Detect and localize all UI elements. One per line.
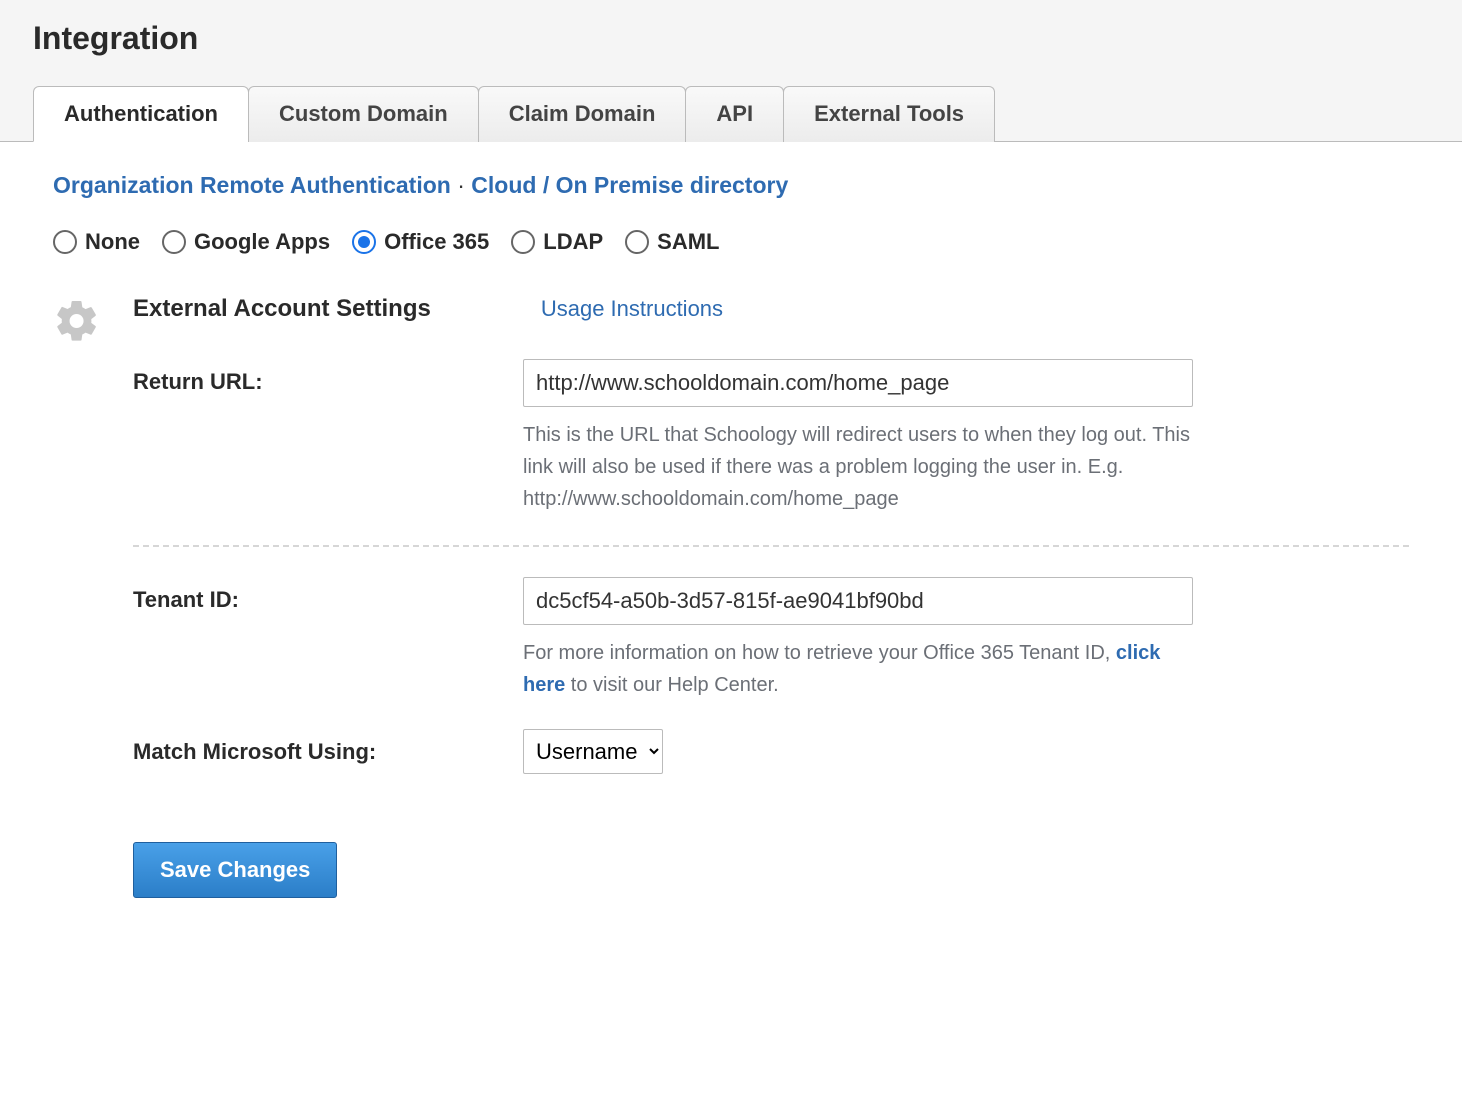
breadcrumb-org-remote-auth[interactable]: Organization Remote Authentication	[53, 172, 451, 198]
tenant-id-help-post: to visit our Help Center.	[565, 674, 778, 696]
radio-icon	[53, 230, 77, 254]
radio-option-google-apps[interactable]: Google Apps	[162, 229, 330, 255]
radio-option-saml[interactable]: SAML	[625, 229, 719, 255]
radio-option-ldap[interactable]: LDAP	[511, 229, 603, 255]
divider	[133, 545, 1409, 547]
save-changes-button[interactable]: Save Changes	[133, 842, 337, 898]
tabs-container: Authentication Custom Domain Claim Domai…	[33, 86, 1462, 142]
breadcrumb-separator: ·	[457, 172, 465, 198]
tab-authentication[interactable]: Authentication	[33, 86, 249, 142]
radio-icon	[625, 230, 649, 254]
radio-option-none[interactable]: None	[53, 229, 140, 255]
radio-label: SAML	[657, 229, 719, 255]
usage-instructions-link[interactable]: Usage Instructions	[541, 296, 723, 322]
auth-type-radio-group: None Google Apps Office 365 LDAP SAML	[53, 229, 1409, 255]
radio-option-office-365[interactable]: Office 365	[352, 229, 489, 255]
breadcrumb: Organization Remote Authentication · Clo…	[53, 172, 1409, 199]
radio-icon	[162, 230, 186, 254]
page-title: Integration	[33, 20, 1462, 57]
match-microsoft-select[interactable]: Username	[523, 729, 663, 774]
external-account-settings-heading: External Account Settings	[133, 295, 431, 323]
tab-api[interactable]: API	[685, 86, 784, 142]
tab-claim-domain[interactable]: Claim Domain	[478, 86, 687, 142]
tenant-id-label: Tenant ID:	[133, 577, 523, 613]
return-url-label: Return URL:	[133, 359, 523, 395]
tab-content: Organization Remote Authentication · Clo…	[0, 142, 1462, 938]
tenant-id-input[interactable]	[523, 577, 1193, 625]
return-url-input[interactable]	[523, 359, 1193, 407]
return-url-help: This is the URL that Schoology will redi…	[523, 419, 1193, 515]
radio-label: Google Apps	[194, 229, 330, 255]
gear-icon	[53, 297, 101, 345]
tab-custom-domain[interactable]: Custom Domain	[248, 86, 479, 142]
radio-label: LDAP	[543, 229, 603, 255]
radio-label: Office 365	[384, 229, 489, 255]
tab-external-tools[interactable]: External Tools	[783, 86, 995, 142]
tenant-id-help: For more information on how to retrieve …	[523, 637, 1193, 701]
radio-icon	[352, 230, 376, 254]
match-microsoft-label: Match Microsoft Using:	[133, 729, 523, 765]
tenant-id-help-pre: For more information on how to retrieve …	[523, 642, 1116, 664]
radio-label: None	[85, 229, 140, 255]
breadcrumb-cloud-directory[interactable]: Cloud / On Premise directory	[471, 172, 788, 198]
radio-icon	[511, 230, 535, 254]
